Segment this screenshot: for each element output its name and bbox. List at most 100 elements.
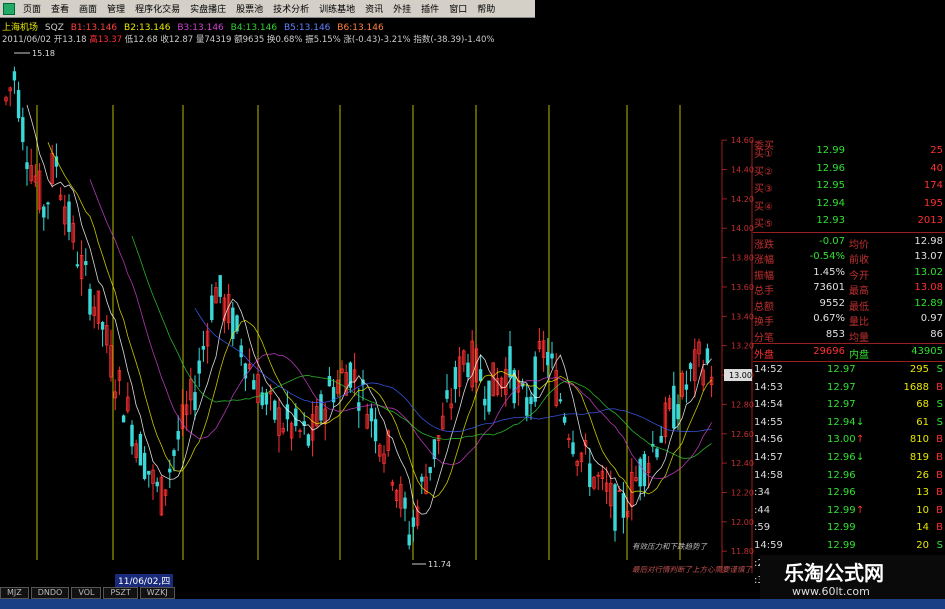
candle-body — [306, 434, 311, 446]
tick-time: 14:56 — [754, 434, 783, 446]
ma-label-2: B2:13.146 — [124, 23, 171, 33]
stat-row: 换手 0.67% 量比 0.97 — [753, 311, 945, 328]
bid-row: 买② 12.96 40 — [753, 161, 945, 178]
bid-price: 12.93 — [816, 215, 845, 226]
candle-body — [428, 466, 432, 474]
date-axis-bar: 11/06/02,四 — [0, 574, 760, 587]
menu-item-5[interactable]: 实盘播庄 — [185, 2, 231, 15]
indicator-tab-0[interactable]: MJZ — [0, 587, 29, 599]
menu-item-11[interactable]: 插件 — [416, 2, 444, 15]
bid-label: 买③ — [754, 184, 773, 195]
bid-label: 买⑤ — [754, 219, 773, 230]
candle-body — [558, 399, 563, 402]
quote-panel: 委买 买① 12.99 25 买② 12.96 40 买③ 12.95 174 买④ 12.94 195… — [753, 135, 945, 586]
moving-average-line — [131, 235, 712, 459]
outer-inner-row: 外盘 29696 内盘 43905 — [753, 344, 945, 361]
menu-item-0[interactable]: 页面 — [18, 2, 46, 15]
stat-value-2: 13.02 — [914, 266, 943, 278]
candle-body — [373, 419, 378, 442]
menu-item-1[interactable]: 查看 — [46, 2, 74, 15]
min-price-label: 11.74 — [428, 560, 451, 569]
tick-time: 14:55 — [754, 416, 783, 428]
candle-body — [142, 452, 147, 479]
indicator-tab-1[interactable]: DNDO — [30, 587, 70, 599]
candle-body — [659, 435, 663, 443]
bid-price: 12.94 — [816, 197, 845, 209]
quote-index: 指数(-38.39)-1.40% — [413, 35, 495, 45]
inner-value: 43905 — [911, 346, 943, 357]
tick-volume: 14 — [916, 522, 929, 534]
stat-value: 0.67% — [813, 313, 845, 324]
menu-item-4[interactable]: 程序化交易 — [130, 2, 185, 15]
candle-body — [487, 380, 491, 412]
menu-item-3[interactable]: 管理 — [102, 2, 130, 15]
tick-row: 14:58 12.96 26 B — [753, 468, 945, 484]
candle-body — [357, 402, 361, 411]
max-price-label: 15.18 — [32, 49, 55, 58]
candle-body — [445, 390, 449, 399]
candle-body — [67, 201, 71, 232]
menu-item-13[interactable]: 帮助 — [472, 2, 500, 15]
bid-row: 买⑤ 12.93 2013 — [753, 213, 945, 230]
bid-row: 买① 12.99 25 — [753, 143, 945, 160]
menu-item-7[interactable]: 技术分析 — [268, 2, 314, 15]
candle-body — [533, 356, 537, 402]
stat-value-2: 13.07 — [914, 251, 943, 262]
tick-price: 12.94 — [827, 416, 856, 428]
menu-item-2[interactable]: 画面 — [74, 2, 102, 15]
stat-value-2: 12.98 — [914, 235, 943, 247]
tick-row: :34 12.96 13 B — [753, 485, 945, 501]
tick-price: 12.99 — [827, 522, 856, 534]
bid-price: 12.99 — [816, 145, 845, 156]
indicator-tab-3[interactable]: PSZT — [103, 587, 138, 599]
candle-body — [676, 404, 680, 420]
stat-row: 总额 9552 最低 12.89 — [753, 296, 945, 313]
tick-arrow: ↑ — [856, 504, 865, 516]
quote-amplitude: 振5.15% — [305, 35, 341, 45]
quote-change: 涨(-0.43)-3.21% — [343, 35, 411, 45]
candle-body — [327, 376, 332, 387]
kline-chart[interactable]: 14.60 14.40 14.20 14.00 13.80 13.60 13.40 13.20… — [0, 45, 760, 573]
stat-label: 分笔 — [754, 332, 774, 344]
menu-item-10[interactable]: 外挂 — [388, 2, 416, 15]
y-tick-label: 12.00 — [731, 518, 754, 527]
stat-value-2: 86 — [930, 328, 943, 340]
bid-volume: 40 — [930, 162, 943, 174]
candle-body — [420, 476, 424, 482]
y-tick-label: 14.20 — [731, 195, 754, 204]
menu-item-8[interactable]: 训练基地 — [314, 2, 360, 15]
candle-body — [25, 162, 29, 170]
stat-row: 涨跌 -0.07 均价 12.98 — [753, 234, 945, 251]
tick-flag: B — [936, 434, 943, 446]
indicator-tab-2[interactable]: VOL — [71, 587, 102, 599]
tick-flag: B — [936, 469, 943, 481]
bid-row: 买③ 12.95 174 — [753, 178, 945, 195]
candle-body — [21, 117, 25, 143]
candle-body — [684, 384, 689, 390]
tick-price: 13.00 — [827, 434, 856, 446]
watermark: 乐淘公式网 www.60lt.com — [760, 555, 945, 599]
candle-body — [613, 484, 617, 531]
tick-row: 14:55 12.94 ↓ 61 S — [753, 415, 945, 431]
tick-flag: S — [936, 364, 943, 375]
cursor-date-label: 11/06/02,四 — [115, 574, 174, 587]
stat-value: 853 — [825, 328, 845, 340]
app-icon — [3, 2, 15, 15]
menu-item-9[interactable]: 资讯 — [360, 2, 388, 15]
candle-body — [369, 408, 374, 422]
y-tick-label: 12.40 — [731, 459, 754, 468]
candle-body — [403, 497, 407, 509]
quote-low: 低12.68 — [124, 35, 158, 45]
indicator-tab-4[interactable]: WZKJ — [139, 587, 175, 599]
candle-body — [239, 345, 243, 358]
candle-body — [264, 392, 269, 405]
tick-volume: 819 — [909, 452, 929, 463]
tick-arrow: ↓ — [856, 452, 865, 463]
tick-time: 14:58 — [754, 469, 783, 481]
bid-volume: 195 — [923, 197, 943, 209]
menu-item-12[interactable]: 窗口 — [444, 2, 472, 15]
tick-row: :59 12.99 14 B — [753, 520, 945, 536]
candle-body — [201, 346, 206, 350]
tick-volume: 68 — [916, 399, 929, 411]
menu-item-6[interactable]: 股票池 — [231, 2, 268, 15]
